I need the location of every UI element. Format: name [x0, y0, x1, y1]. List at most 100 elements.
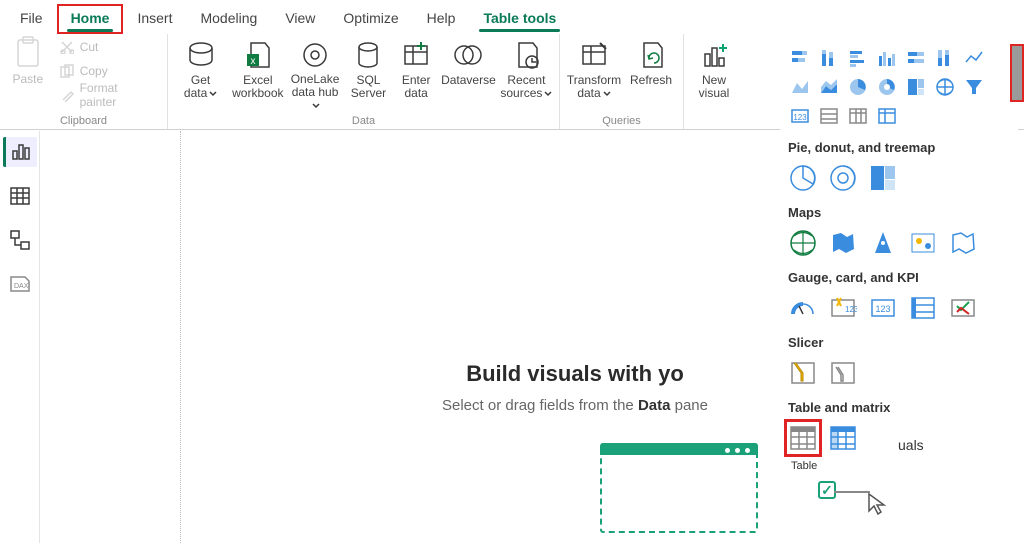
sql-server-button[interactable]: SQLServer [346, 36, 392, 112]
sql-l2: Server [351, 87, 386, 100]
transform-data-button[interactable]: Transformdata [566, 36, 622, 112]
model-icon [10, 230, 30, 250]
viz-table-small[interactable] [846, 104, 870, 128]
dataverse-l1: Dataverse [441, 73, 496, 87]
tab-optimize[interactable]: Optimize [329, 4, 412, 34]
viz-treemap-small[interactable] [904, 75, 928, 99]
dataverse-button[interactable]: Dataverse [441, 36, 496, 112]
viz-slicer[interactable] [828, 358, 858, 388]
newvisual-l1: New [702, 73, 726, 87]
viz-table[interactable]: Table [788, 423, 818, 453]
tooltip-table: Table [786, 457, 822, 475]
viz-matrix-small[interactable] [875, 104, 899, 128]
format-painter-button: Format painter [56, 84, 161, 106]
tab-table-tools[interactable]: Table tools [469, 4, 570, 34]
viz-kpi[interactable] [948, 293, 978, 323]
sql-l1: SQL [356, 73, 380, 87]
table-icon [10, 187, 30, 205]
viz-clustered-bar[interactable] [846, 46, 870, 70]
viz-multirow-card[interactable] [908, 293, 938, 323]
page-edge [180, 131, 181, 543]
viz-donut[interactable] [828, 163, 858, 193]
viz-funnel[interactable] [962, 75, 986, 99]
svg-text:x: x [250, 56, 255, 67]
tab-insert[interactable]: Insert [123, 4, 186, 34]
get-data-button[interactable]: Getdata [174, 36, 227, 112]
tab-file[interactable]: File [6, 4, 57, 34]
viz-card-small[interactable]: 123 [788, 104, 812, 128]
excel-workbook-button[interactable]: x Excelworkbook [231, 36, 284, 112]
build-illustration: ✓ [600, 443, 810, 543]
new-visual-icon [699, 40, 729, 70]
rail-dax-view[interactable]: DAX [3, 269, 37, 299]
viz-treemap[interactable] [868, 163, 898, 193]
section-maps-title: Maps [788, 205, 1012, 220]
build-sub-pre: Select or drag fields from the [442, 397, 638, 414]
rail-table-view[interactable] [3, 181, 37, 211]
viz-azure-map[interactable] [868, 228, 898, 258]
viz-gauge[interactable] [788, 293, 818, 323]
svg-text:123: 123 [875, 304, 890, 314]
tab-help[interactable]: Help [413, 4, 470, 34]
svg-text:123: 123 [845, 305, 857, 314]
group-clipboard: Paste Cut Copy Format painter Clipboard [0, 34, 168, 129]
transform-l2: data [577, 86, 600, 100]
refresh-button[interactable]: Refresh [626, 36, 676, 112]
viz-card-new[interactable]: 123 [828, 293, 858, 323]
viz-line[interactable] [962, 46, 986, 70]
viz-stacked-column[interactable] [817, 46, 841, 70]
chevron-down-icon [209, 87, 217, 100]
viz-stacked-bar[interactable] [788, 46, 812, 70]
onelake-l1: OneLake [291, 72, 340, 86]
build-visuals-prompt: Build visuals with yo Select or drag fie… [340, 361, 810, 414]
viz-clustered-column[interactable] [875, 46, 899, 70]
viz-map[interactable] [788, 228, 818, 258]
new-visual-button[interactable]: Newvisual [690, 36, 738, 112]
build-subtext: Select or drag fields from the Data pane [340, 397, 810, 414]
viz-more-scrollbar[interactable] [1012, 46, 1022, 100]
viz-area[interactable] [788, 75, 812, 99]
svg-text:DAX: DAX [14, 283, 29, 290]
get-data-icon [186, 40, 216, 70]
enter-data-button[interactable]: Enterdata [395, 36, 437, 112]
tab-view[interactable]: View [271, 4, 329, 34]
tab-modeling[interactable]: Modeling [186, 4, 271, 34]
recent-sources-button[interactable]: Recentsources [500, 36, 553, 112]
clipboard-icon [14, 36, 42, 68]
viz-pie-small[interactable] [846, 75, 870, 99]
viz-arcgis-map[interactable] [908, 228, 938, 258]
tab-home[interactable]: Home [57, 4, 124, 34]
scissors-icon [60, 40, 74, 54]
viz-stacked-area[interactable] [817, 75, 841, 99]
ribbon-tabs: File Home Insert Modeling View Optimize … [0, 0, 1024, 34]
viz-multirow-card-small[interactable] [817, 104, 841, 128]
sql-server-icon [353, 40, 383, 70]
viz-100-stacked-bar[interactable] [904, 46, 928, 70]
recent-l1: Recent [507, 73, 545, 87]
viz-pie[interactable] [788, 163, 818, 193]
viz-100-stacked-column[interactable] [933, 46, 957, 70]
dataverse-icon [453, 40, 483, 70]
viz-shape-map[interactable] [948, 228, 978, 258]
section-slicer-title: Slicer [788, 335, 1012, 350]
enter-l2: data [402, 87, 431, 100]
column-chart-icon [11, 143, 31, 161]
chevron-down-icon [544, 87, 552, 100]
onelake-icon [300, 40, 330, 69]
chevron-down-icon [312, 99, 320, 112]
onelake-button[interactable]: OneLakedata hub [288, 36, 341, 112]
viz-matrix[interactable] [828, 423, 858, 453]
cursor-icon [866, 491, 892, 517]
viz-map-small[interactable] [933, 75, 957, 99]
viz-donut-small[interactable] [875, 75, 899, 99]
viz-filled-map[interactable] [828, 228, 858, 258]
enter-l1: Enter [402, 73, 431, 87]
section-table-title: Table and matrix [788, 400, 1012, 415]
rail-model-view[interactable] [3, 225, 37, 255]
chevron-down-icon [603, 87, 611, 100]
rail-report-view[interactable] [3, 137, 37, 167]
dax-icon: DAX [9, 275, 31, 293]
viz-slicer-new[interactable] [788, 358, 818, 388]
paste-label: Paste [13, 72, 44, 86]
viz-card[interactable]: 123 [868, 293, 898, 323]
